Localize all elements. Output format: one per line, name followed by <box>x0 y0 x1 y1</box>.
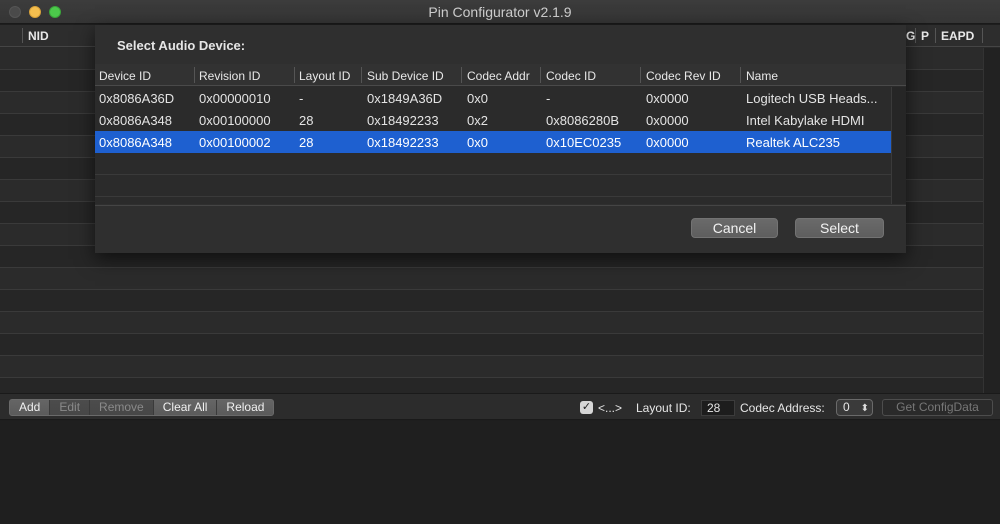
sub-device-id-cell: 0x18492233 <box>367 135 439 150</box>
table-row[interactable] <box>0 290 983 312</box>
get-config-data-button[interactable]: Get ConfigData <box>882 399 993 416</box>
column-separator <box>194 67 195 83</box>
revision-id-cell: 0x00100002 <box>199 135 271 150</box>
audio-device-table-scrollbar[interactable] <box>891 87 906 204</box>
table-row[interactable] <box>0 378 983 393</box>
layout-id-field[interactable]: 28 <box>701 400 735 416</box>
sub-device-id-cell: 0x1849A36D <box>367 91 443 106</box>
codec-address-select[interactable]: 0 ⬍ <box>836 399 873 416</box>
audio-device-table-header: Device ID Revision ID Layout ID Sub Devi… <box>95 64 906 86</box>
codec-address-label: Codec Address: <box>740 401 825 415</box>
revision-id-cell: 0x00100000 <box>199 113 271 128</box>
codec-rev-id-cell: 0x0000 <box>646 135 689 150</box>
select-audio-device-dialog: Select Audio Device: Device ID Revision … <box>95 25 906 253</box>
table-row[interactable] <box>0 356 983 378</box>
codec-addr-cell: 0x2 <box>467 113 488 128</box>
name-cell: Realtek ALC235 <box>746 135 840 150</box>
layout-id-cell: - <box>299 91 304 106</box>
codec-rev-id-cell: 0x0000 <box>646 113 689 128</box>
bottom-toolbar: Add Edit Remove Clear All Reload ✓ <...>… <box>0 393 1000 420</box>
column-separator <box>22 28 23 43</box>
name-cell: Logitech USB Heads... <box>746 91 878 106</box>
pin-table-scrollbar[interactable] <box>983 48 1000 393</box>
edit-button-group: Add Edit Remove Clear All Reload <box>9 399 275 416</box>
title-bar: Pin Configurator v2.1.9 <box>0 0 1000 24</box>
layout-id-cell: 28 <box>299 113 314 128</box>
clear-all-button[interactable]: Clear All <box>153 400 218 415</box>
codec-addr-cell: 0x0 <box>467 135 488 150</box>
device-id-cell: 0x8086A348 <box>99 113 173 128</box>
column-header-device-id[interactable]: Device ID <box>99 69 151 83</box>
empty-row <box>95 175 891 197</box>
column-header-codec-id[interactable]: Codec ID <box>546 69 596 83</box>
codec-addr-cell: 0x0 <box>467 91 488 106</box>
device-id-cell: 0x8086A348 <box>99 135 173 150</box>
device-row-intel-hdmi[interactable]: 0x8086A348 0x00100000 28 0x18492233 0x2 … <box>95 109 891 131</box>
column-header-codec-addr[interactable]: Codec Addr <box>467 69 530 83</box>
cancel-button[interactable]: Cancel <box>691 218 778 238</box>
codec-id-cell: 0x10EC0235 <box>546 135 622 150</box>
column-header-p[interactable]: P <box>921 29 929 43</box>
device-id-cell: 0x8086A36D <box>99 91 175 106</box>
column-header-nid[interactable]: NID <box>28 29 49 43</box>
column-separator <box>740 67 741 83</box>
checkbox[interactable]: ✓ <box>580 401 593 414</box>
column-separator <box>640 67 641 83</box>
column-header-sub-device-id[interactable]: Sub Device ID <box>367 69 444 83</box>
divider <box>95 205 906 206</box>
column-separator <box>461 67 462 83</box>
table-row[interactable] <box>0 334 983 356</box>
codec-rev-id-cell: 0x0000 <box>646 91 689 106</box>
audio-device-table: Device ID Revision ID Layout ID Sub Devi… <box>95 64 906 204</box>
codec-id-cell: 0x8086280B <box>546 113 620 128</box>
edit-button[interactable]: Edit <box>50 400 91 415</box>
window-title: Pin Configurator v2.1.9 <box>428 4 572 20</box>
column-separator <box>361 67 362 83</box>
layout-id-label: Layout ID: <box>636 401 691 415</box>
column-header-revision-id[interactable]: Revision ID <box>199 69 260 83</box>
dialog-title: Select Audio Device: <box>117 38 246 53</box>
column-header-eapd[interactable]: EAPD <box>941 29 974 43</box>
table-row[interactable] <box>0 312 983 334</box>
column-header-name[interactable]: Name <box>746 69 778 83</box>
checkmark-icon: ✓ <box>581 401 592 413</box>
column-separator <box>294 67 295 83</box>
column-header-layout-id[interactable]: Layout ID <box>299 69 350 83</box>
name-cell: Intel Kabylake HDMI <box>746 113 865 128</box>
empty-row <box>95 153 891 175</box>
detail-area <box>0 421 1000 524</box>
layout-id-cell: 28 <box>299 135 314 150</box>
column-separator <box>540 67 541 83</box>
device-row-logitech[interactable]: 0x8086A36D 0x00000010 - 0x1849A36D 0x0 -… <box>95 87 891 109</box>
remove-button[interactable]: Remove <box>90 400 154 415</box>
sub-device-id-cell: 0x18492233 <box>367 113 439 128</box>
select-button[interactable]: Select <box>795 218 884 238</box>
column-header-codec-rev-id[interactable]: Codec Rev ID <box>646 69 721 83</box>
codec-id-cell: - <box>546 91 551 106</box>
column-separator <box>935 28 936 43</box>
revision-id-cell: 0x00000010 <box>199 91 271 106</box>
add-button[interactable]: Add <box>10 400 51 415</box>
column-separator <box>982 28 983 43</box>
column-separator <box>915 28 916 43</box>
reload-button[interactable]: Reload <box>217 400 274 415</box>
codec-address-value: 0 <box>843 400 850 414</box>
stepper-arrows-icon: ⬍ <box>860 403 869 414</box>
device-row-realtek-selected[interactable]: 0x8086A348 0x00100002 28 0x18492233 0x0 … <box>95 131 891 153</box>
table-row[interactable] <box>0 268 983 290</box>
column-header-g[interactable]: G <box>906 29 915 43</box>
checkbox-label: <...> <box>598 401 623 415</box>
